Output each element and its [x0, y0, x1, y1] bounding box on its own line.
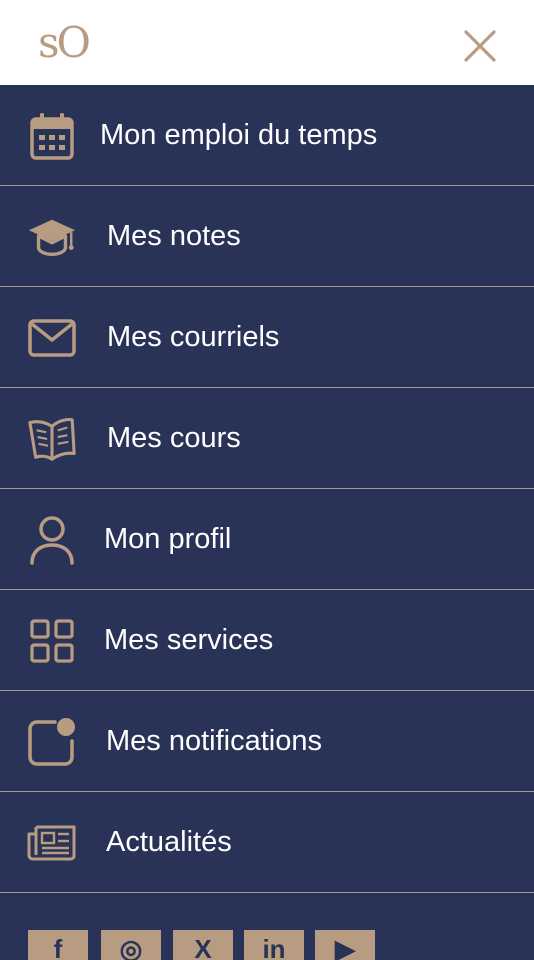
facebook-icon: f — [53, 934, 63, 960]
newspaper-icon — [27, 818, 77, 868]
user-icon — [27, 515, 77, 565]
menu-item-services[interactable]: Mes services — [0, 590, 534, 691]
instagram-button[interactable]: ◎ — [101, 930, 161, 960]
menu-item-label: Mon emploi du temps — [100, 119, 378, 151]
graduation-cap-icon — [27, 212, 77, 262]
x-icon: X — [194, 934, 212, 960]
menu-item-label: Mes services — [104, 624, 274, 656]
menu-item-label: Mes notes — [107, 220, 241, 252]
close-icon — [464, 30, 496, 62]
menu-item-notes[interactable]: Mes notes — [0, 186, 534, 287]
instagram-icon: ◎ — [119, 934, 143, 960]
notification-icon — [27, 717, 77, 767]
main-menu: Mon emploi du temps Mes notes Mes courri… — [0, 85, 534, 893]
youtube-icon: ▶ — [335, 934, 355, 960]
youtube-button[interactable]: ▶ — [315, 930, 375, 960]
menu-item-notifications[interactable]: Mes notifications — [0, 691, 534, 792]
envelope-icon — [27, 313, 77, 363]
x-button[interactable]: X — [173, 930, 233, 960]
social-links: f ◎ X in ▶ — [0, 930, 534, 960]
grid-icon — [27, 616, 77, 666]
menu-item-label: Mon profil — [104, 523, 232, 555]
close-button[interactable] — [458, 24, 502, 68]
menu-item-emploi-du-temps[interactable]: Mon emploi du temps — [0, 85, 534, 186]
linkedin-button[interactable]: in — [244, 930, 304, 960]
facebook-button[interactable]: f — [28, 930, 88, 960]
menu-item-label: Mes cours — [107, 422, 241, 454]
menu-item-profil[interactable]: Mon profil — [0, 489, 534, 590]
menu-item-actualites[interactable]: Actualités — [0, 792, 534, 893]
app-header: sO — [0, 0, 534, 85]
menu-item-label: Mes courriels — [107, 321, 280, 353]
menu-item-label: Actualités — [106, 826, 232, 858]
menu-item-cours[interactable]: Mes cours — [0, 388, 534, 489]
open-book-icon — [27, 414, 77, 464]
menu-item-courriels[interactable]: Mes courriels — [0, 287, 534, 388]
logo: sO — [38, 18, 91, 67]
calendar-icon — [27, 111, 77, 161]
linkedin-icon: in — [262, 934, 286, 960]
menu-item-label: Mes notifications — [106, 725, 322, 757]
